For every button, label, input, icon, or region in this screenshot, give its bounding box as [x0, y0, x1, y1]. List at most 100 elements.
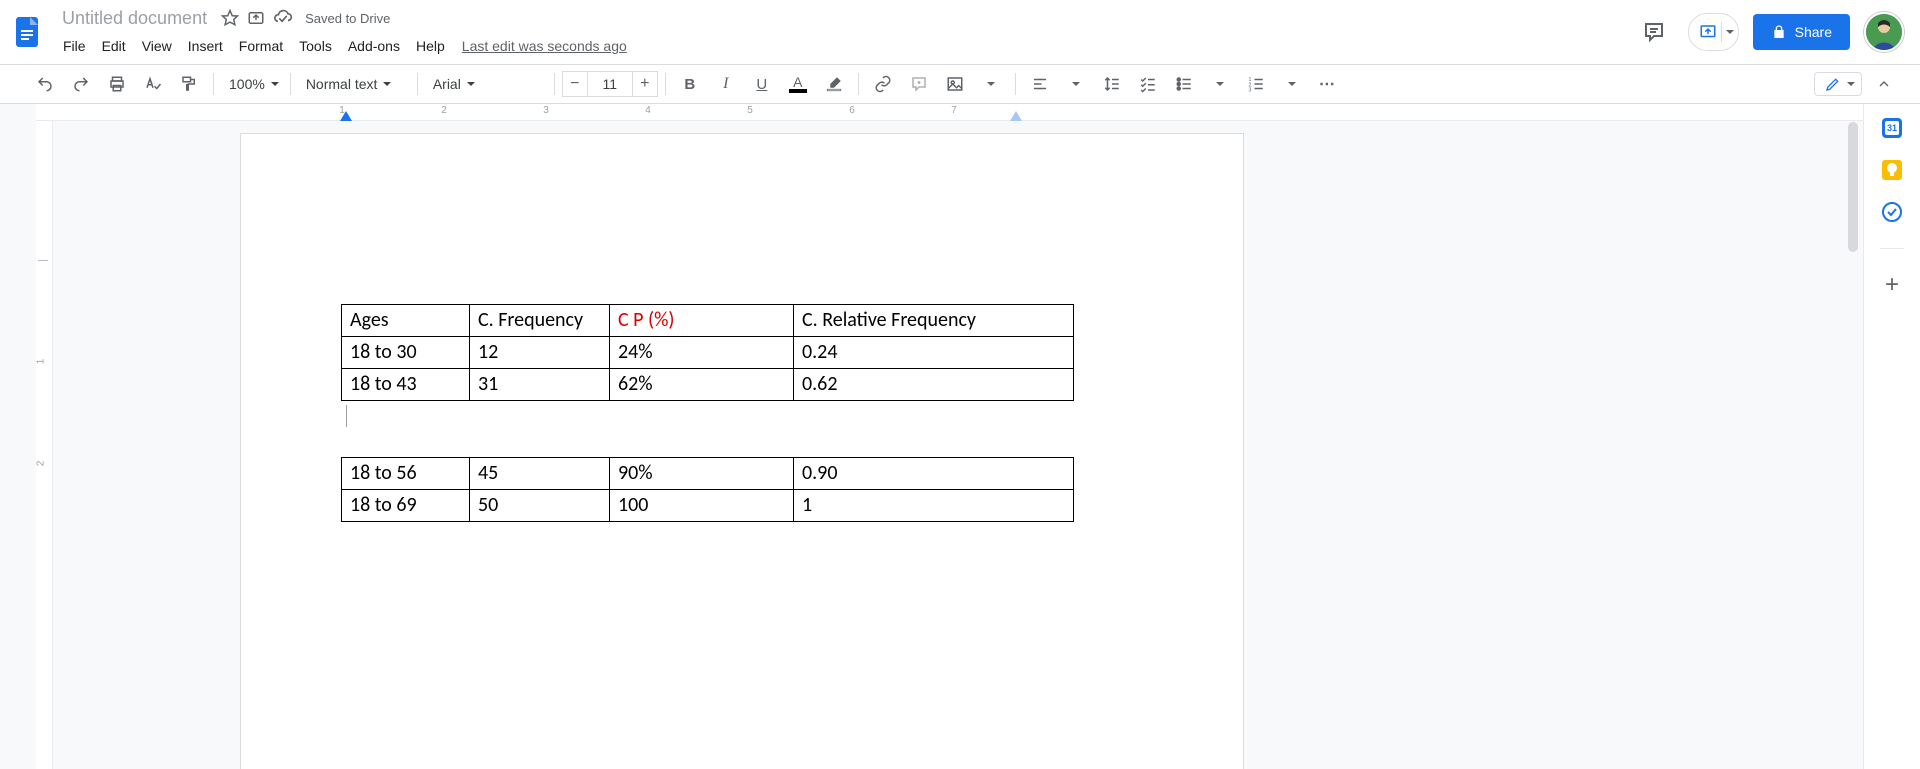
share-button[interactable]: Share [1753, 14, 1850, 50]
data-table-upper[interactable]: Ages C. Frequency C P (%) C. Relative Fr… [341, 304, 1074, 401]
present-dropdown-icon[interactable] [1726, 30, 1734, 34]
paragraph-style-select[interactable]: Normal text [298, 70, 410, 98]
bold-button[interactable]: B [673, 70, 707, 98]
menu-view[interactable]: View [135, 34, 179, 58]
table-cell[interactable]: 12 [470, 337, 610, 369]
zoom-select[interactable]: 100% [221, 70, 283, 98]
table-cell[interactable]: 0.90 [794, 458, 1074, 490]
font-size-increase[interactable]: + [633, 71, 658, 97]
italic-button[interactable]: I [709, 70, 743, 98]
numbered-list-button[interactable]: 123 [1239, 70, 1273, 98]
insert-image-dropdown[interactable] [974, 70, 1008, 98]
table-row[interactable]: 18 to 43 31 62% 0.62 [342, 369, 1074, 401]
editing-mode-button[interactable] [1814, 72, 1862, 96]
move-icon[interactable] [247, 9, 265, 27]
menu-addons[interactable]: Add-ons [341, 34, 407, 58]
tasks-addon-icon[interactable] [1882, 202, 1902, 222]
table-cell[interactable]: 24% [610, 337, 794, 369]
table-header-cell[interactable]: C. Relative Frequency [794, 305, 1074, 337]
document-canvas[interactable]: — 1 2 1 2 3 4 5 6 7 [36, 104, 1863, 769]
paragraph-gap[interactable] [341, 401, 1143, 457]
table-cell[interactable]: 18 to 69 [342, 490, 470, 522]
table-row[interactable]: 18 to 30 12 24% 0.24 [342, 337, 1074, 369]
present-button[interactable] [1688, 13, 1739, 51]
hide-menus-button[interactable] [1870, 70, 1898, 98]
underline-button[interactable]: U [745, 70, 779, 98]
more-button[interactable]: ⋯ [1311, 70, 1345, 98]
menu-help[interactable]: Help [409, 34, 452, 58]
open-comments-button[interactable] [1634, 12, 1674, 52]
font-size-stepper[interactable]: − + [562, 71, 658, 97]
checklist-button[interactable] [1131, 70, 1165, 98]
right-indent-marker[interactable] [1010, 111, 1022, 121]
cloud-saved-icon[interactable] [273, 8, 293, 28]
table-cell[interactable]: 18 to 43 [342, 369, 470, 401]
doc-title[interactable]: Untitled document [56, 6, 213, 31]
scrollbar-thumb[interactable] [1848, 122, 1858, 252]
line-spacing-button[interactable] [1095, 70, 1129, 98]
table-cell[interactable]: 0.24 [794, 337, 1074, 369]
left-indent-marker[interactable] [340, 111, 352, 121]
left-gutter [0, 104, 36, 769]
table-row[interactable]: Ages C. Frequency C P (%) C. Relative Fr… [342, 305, 1074, 337]
table-cell[interactable]: 1 [794, 490, 1074, 522]
vertical-ruler[interactable]: — 1 2 [36, 120, 53, 769]
table-cell[interactable]: 90% [610, 458, 794, 490]
hruler-num: 2 [441, 105, 447, 116]
font-size-input[interactable] [587, 71, 633, 97]
table-cell[interactable]: 18 to 56 [342, 458, 470, 490]
horizontal-ruler[interactable]: 1 2 3 4 5 6 7 [36, 104, 1863, 121]
undo-button[interactable] [28, 70, 62, 98]
table-row[interactable]: 18 to 56 45 90% 0.90 [342, 458, 1074, 490]
data-table-lower[interactable]: 18 to 56 45 90% 0.90 18 to 69 50 100 1 [341, 457, 1074, 522]
table-cell[interactable]: 62% [610, 369, 794, 401]
saved-status: Saved to Drive [305, 11, 390, 26]
bulleted-list-button[interactable] [1167, 70, 1201, 98]
table-header-cell[interactable]: C. Frequency [470, 305, 610, 337]
table-header-cell[interactable]: Ages [342, 305, 470, 337]
menu-edit[interactable]: Edit [95, 34, 133, 58]
table-cell[interactable]: 100 [610, 490, 794, 522]
vruler-num: 1 [36, 359, 46, 365]
spellcheck-button[interactable] [136, 70, 170, 98]
menu-tools[interactable]: Tools [292, 34, 339, 58]
docs-logo[interactable] [8, 12, 48, 52]
star-icon[interactable] [221, 9, 239, 27]
keep-addon-icon[interactable] [1882, 160, 1902, 180]
menu-format[interactable]: Format [232, 34, 290, 58]
font-family-select[interactable]: Arial [425, 70, 547, 98]
table-cell[interactable]: 0.62 [794, 369, 1074, 401]
table-header-cell-highlight[interactable]: C P (%) [610, 305, 794, 337]
bulleted-list-dropdown[interactable] [1203, 70, 1237, 98]
highlight-color-button[interactable] [817, 70, 851, 98]
table-cell[interactable]: 50 [470, 490, 610, 522]
hruler-num: 6 [849, 105, 855, 116]
insert-link-button[interactable] [866, 70, 900, 98]
svg-text:3: 3 [1248, 88, 1251, 94]
menu-file[interactable]: File [56, 34, 93, 58]
table-cell[interactable]: 45 [470, 458, 610, 490]
table-cell[interactable]: 18 to 30 [342, 337, 470, 369]
last-edit-link[interactable]: Last edit was seconds ago [454, 38, 627, 54]
numbered-list-dropdown[interactable] [1275, 70, 1309, 98]
font-size-decrease[interactable]: − [562, 71, 587, 97]
insert-comment-button[interactable] [902, 70, 936, 98]
workspace: — 1 2 1 2 3 4 5 6 7 [0, 104, 1920, 769]
print-button[interactable] [100, 70, 134, 98]
get-addons-button[interactable]: + [1885, 271, 1899, 299]
paint-format-button[interactable] [172, 70, 206, 98]
calendar-addon-icon[interactable]: 31 [1882, 118, 1902, 138]
document-page[interactable]: Ages C. Frequency C P (%) C. Relative Fr… [240, 133, 1244, 769]
menu-insert[interactable]: Insert [181, 34, 230, 58]
table-row[interactable]: 18 to 69 50 100 1 [342, 490, 1074, 522]
table-cell[interactable]: 31 [470, 369, 610, 401]
redo-button[interactable] [64, 70, 98, 98]
hruler-num: 3 [543, 105, 549, 116]
align-dropdown[interactable] [1059, 70, 1093, 98]
account-avatar[interactable] [1864, 12, 1904, 52]
text-color-button[interactable]: A [781, 70, 815, 98]
insert-image-button[interactable] [938, 70, 972, 98]
hruler-num: 4 [645, 105, 651, 116]
hruler-num: 5 [747, 105, 753, 116]
align-button[interactable] [1023, 70, 1057, 98]
